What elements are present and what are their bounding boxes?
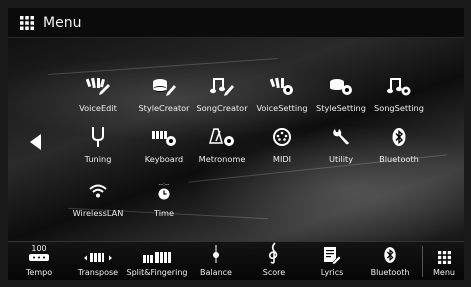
treble-clef-icon <box>269 242 278 264</box>
lyrics-icon <box>324 247 341 264</box>
bottom-bar-divider <box>422 246 423 277</box>
header-bar: Menu <box>8 8 464 38</box>
menu-item-tuning[interactable]: Tuning <box>61 125 135 171</box>
balance-slider-icon <box>213 245 219 263</box>
menu-item-voice-edit[interactable]: VoiceEdit <box>61 74 135 120</box>
score-label: Score <box>262 268 286 277</box>
split-fingering-label: Split&Fingering <box>126 268 188 277</box>
menu-item-label: Time <box>153 208 175 218</box>
wifi-icon <box>89 184 107 198</box>
song-setting-icon <box>387 78 411 96</box>
bluetooth-icon <box>392 128 406 146</box>
transpose-button[interactable]: Transpose <box>72 242 124 280</box>
menu-item-wireless-lan[interactable]: WirelessLAN <box>61 179 135 225</box>
midi-icon <box>273 128 291 146</box>
style-setting-icon <box>330 79 352 95</box>
bluetooth-icon <box>384 247 396 263</box>
page-title: Menu <box>43 14 82 31</box>
tuning-fork-icon <box>92 127 104 147</box>
clock-icon <box>158 188 170 200</box>
bluetooth-label: Bluetooth <box>370 268 410 277</box>
menu-panel: VoiceEdit StyleCreator SongCreator Voice… <box>8 38 464 241</box>
lyrics-button[interactable]: Lyrics <box>312 242 352 280</box>
tempo-button[interactable]: 100 Tempo <box>14 242 64 280</box>
background-streak <box>48 57 278 76</box>
menu-item-song-setting[interactable]: SongSetting <box>362 74 436 120</box>
lyrics-label: Lyrics <box>320 268 344 277</box>
menu-label: Menu <box>433 268 455 277</box>
menu-item-time[interactable]: --:-- Time <box>127 179 201 225</box>
transpose-icon <box>84 253 112 262</box>
grid-icon <box>20 15 34 30</box>
menu-item-label: Tuning <box>84 154 112 164</box>
screen: Menu VoiceEdit StyleCreator SongCreator … <box>8 8 464 280</box>
voice-edit-icon <box>86 77 110 95</box>
voice-setting-icon <box>270 77 293 95</box>
bottom-bar: 100 Tempo Transpose Split&Fingering Bala… <box>8 241 464 280</box>
menu-item-bluetooth[interactable]: Bluetooth <box>362 125 436 171</box>
transpose-label: Transpose <box>77 268 119 277</box>
keyboard-setting-icon <box>152 131 176 146</box>
menu-item-label: WirelessLAN <box>72 208 124 218</box>
menu-button[interactable]: Menu <box>428 242 460 280</box>
tempo-icon <box>29 254 49 261</box>
song-creator-icon <box>210 78 234 96</box>
balance-label: Balance <box>200 268 232 277</box>
balance-button[interactable]: Balance <box>194 242 238 280</box>
style-creator-icon <box>153 79 176 96</box>
metronome-icon <box>209 128 234 146</box>
page-left-arrow-icon[interactable] <box>28 133 44 151</box>
wrench-icon <box>333 129 349 145</box>
grid-icon <box>437 251 451 264</box>
split-fingering-button[interactable]: Split&Fingering <box>126 242 188 280</box>
menu-item-label: Bluetooth <box>379 154 419 164</box>
bluetooth-button[interactable]: Bluetooth <box>364 242 416 280</box>
menu-item-label: VoiceEdit <box>79 103 117 113</box>
score-button[interactable]: Score <box>254 242 294 280</box>
menu-item-label: SongSetting <box>374 103 424 113</box>
split-keyboard-icon <box>143 252 171 263</box>
tempo-value: 100 <box>31 244 47 253</box>
tempo-label: Tempo <box>25 268 53 277</box>
